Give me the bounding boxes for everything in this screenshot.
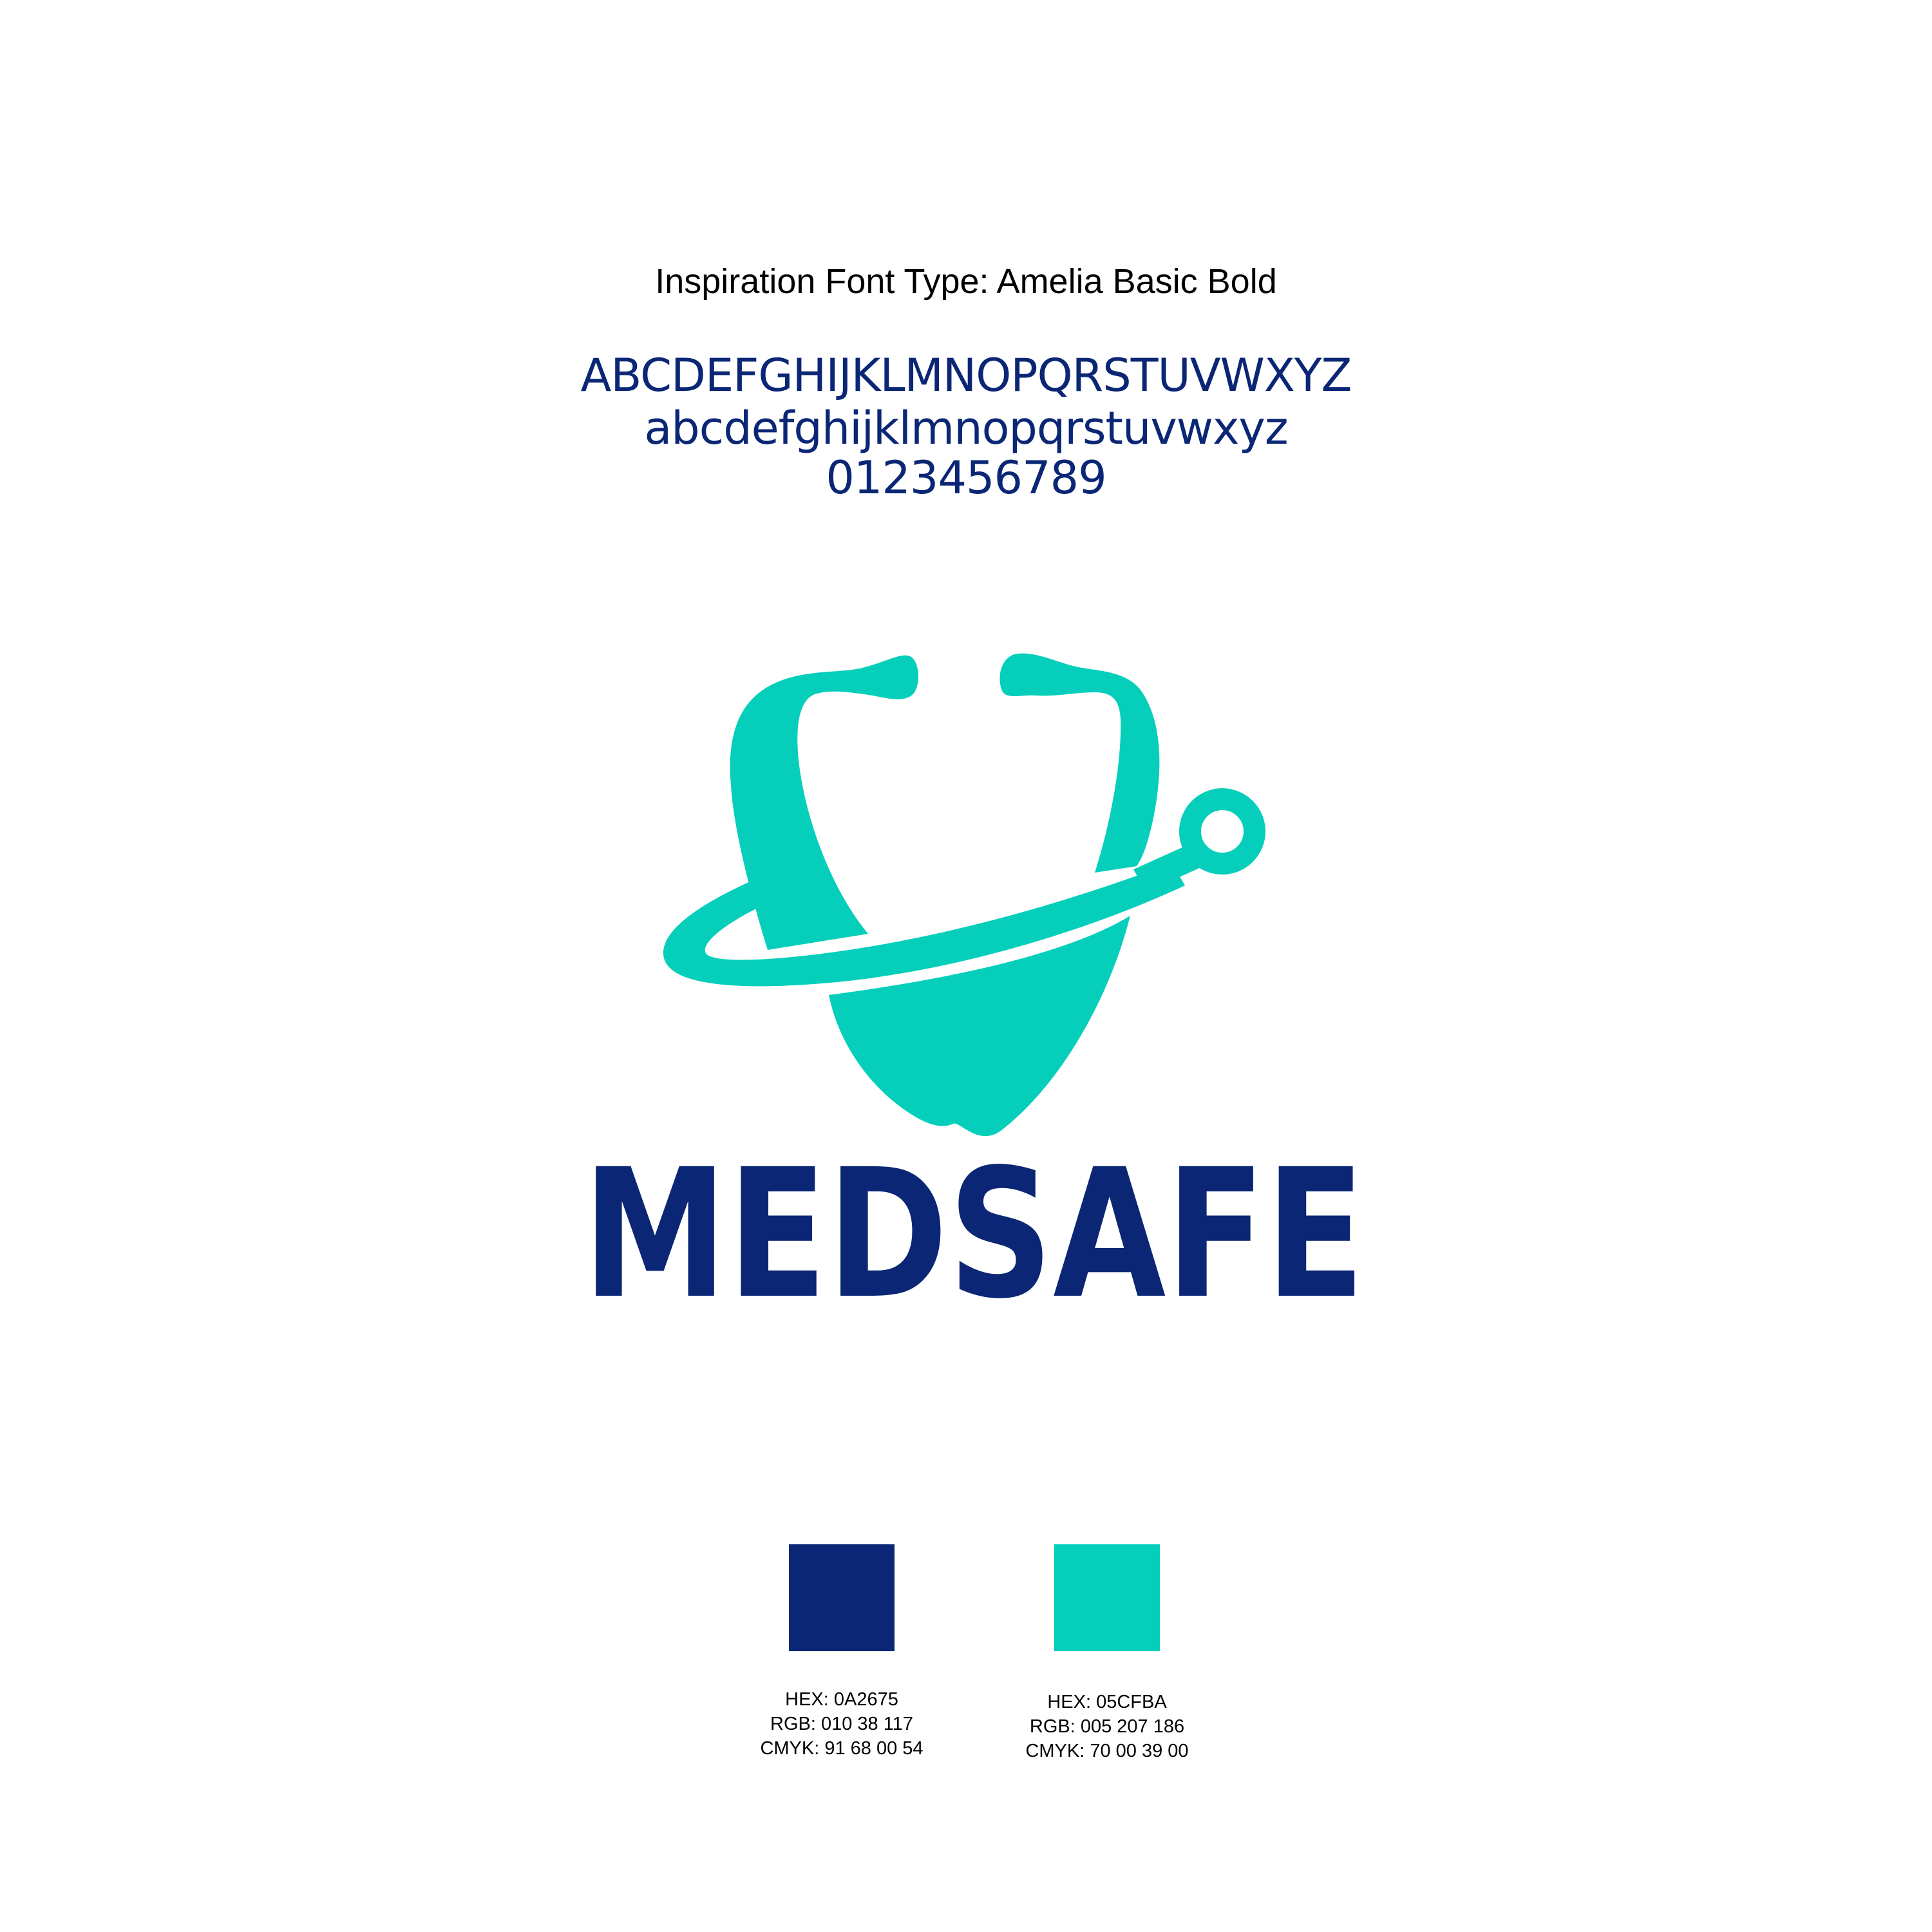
stethoscope-shield-icon: [663, 653, 1265, 1137]
rgb-value: RGB: 010 38 117: [770, 1714, 913, 1734]
color-swatch-teal: [1054, 1544, 1160, 1651]
color-info-navy: HEX: 0A2675 RGB: 010 38 117 CMYK: 91 68 …: [713, 1687, 971, 1761]
cmyk-value: CMYK: 70 00 39 00: [1025, 1741, 1189, 1761]
wordmark: MEDSAFE: [583, 1132, 1365, 1338]
cmyk-value: CMYK: 91 68 00 54: [760, 1738, 923, 1759]
color-info-teal: HEX: 05CFBA RGB: 005 207 186 CMYK: 70 00…: [978, 1690, 1236, 1763]
hex-value: HEX: 0A2675: [785, 1689, 898, 1710]
stethoscope-right-tube: [999, 653, 1160, 873]
stethoscope-chestpiece: [1179, 788, 1265, 875]
color-swatch-navy: [789, 1544, 895, 1651]
rgb-value: RGB: 005 207 186: [1029, 1716, 1185, 1737]
hex-value: HEX: 05CFBA: [1047, 1692, 1167, 1712]
medsafe-logo: MEDSAFE: [583, 653, 1365, 1338]
